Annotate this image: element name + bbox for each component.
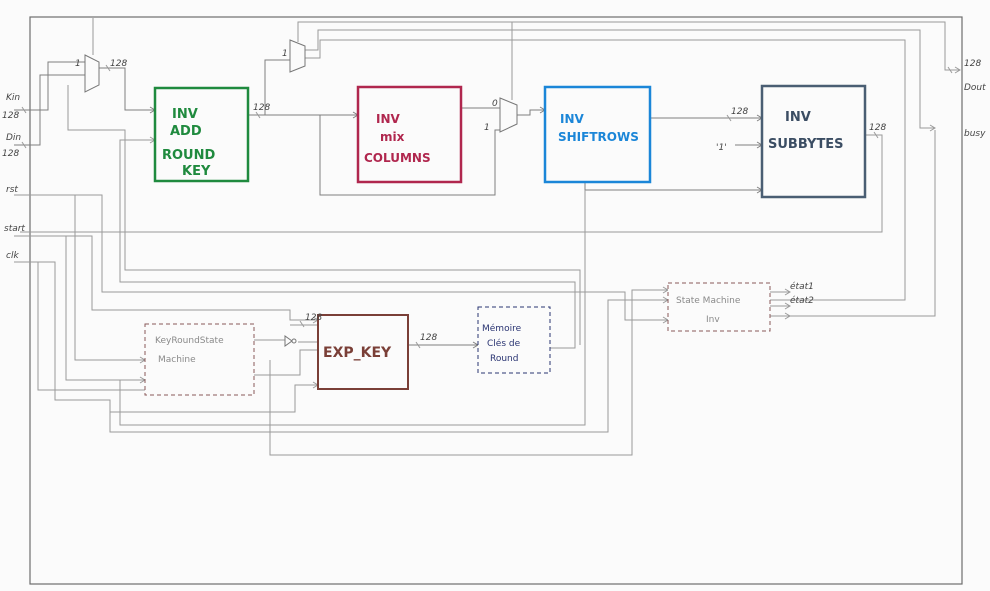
- sm-line2: Inv: [706, 315, 720, 325]
- mix-line2: mix: [380, 130, 405, 144]
- shift-line1: INV: [560, 112, 585, 126]
- w128-shift: 128: [731, 107, 748, 117]
- ark-line3: ROUND: [162, 148, 215, 163]
- kin-label: Kin: [6, 93, 20, 103]
- ark-line1: INV: [172, 107, 198, 122]
- etat1-label: état1: [790, 281, 814, 292]
- krsm-line2: Machine: [158, 355, 196, 365]
- mix-line3: COLUMNS: [364, 151, 431, 165]
- start-label: start: [4, 224, 25, 234]
- din-width: 128: [2, 149, 19, 159]
- w128-sub: 128: [869, 123, 886, 133]
- mem-line3: Round: [490, 354, 518, 364]
- mem-line1: Mémoire: [482, 323, 522, 334]
- one-const: '1': [716, 143, 727, 153]
- w128-mux1: 128: [110, 59, 127, 69]
- mux-shiftrows: [499, 97, 518, 133]
- w128-ark: 128: [253, 103, 270, 113]
- ark-line2: ADD: [170, 124, 202, 139]
- mux-input: [84, 54, 100, 93]
- busy-label: busy: [964, 129, 986, 139]
- sub-line2: SUBBYTES: [768, 137, 844, 152]
- kin-width: 128: [2, 111, 19, 121]
- mux1-sel: 1: [75, 59, 81, 69]
- mux2-sel: 1: [282, 49, 288, 59]
- rst-label: rst: [6, 185, 18, 195]
- din-label: Din: [6, 133, 21, 143]
- dout-label: Dout: [964, 83, 986, 93]
- ark-line4: KEY: [182, 164, 211, 179]
- inv-mix-columns-block: [356, 85, 463, 184]
- mux3-sel0: 0: [492, 99, 498, 109]
- block-diagram: INV ADD ROUND KEY INV mix COLUMNS INV SH…: [2, 16, 986, 585]
- not-gate: [284, 335, 293, 347]
- mem-line2: Clés de: [487, 338, 521, 349]
- dout-width: 128: [964, 59, 981, 69]
- mux3-sel1: 1: [484, 123, 490, 133]
- krsm-line1: KeyRoundState: [155, 336, 224, 346]
- sub-line1: INV: [785, 110, 811, 125]
- clk-label: clk: [6, 251, 19, 261]
- w128-exp: 128: [305, 313, 322, 323]
- mux-feedback: [289, 39, 306, 73]
- sm-line1: State Machine: [676, 296, 741, 306]
- exp-key-label: EXP_KEY: [323, 345, 392, 361]
- w128-mem: 128: [420, 333, 437, 343]
- shift-line2: SHIFTROWS: [558, 130, 639, 144]
- etat2-label: état2: [790, 295, 814, 306]
- mix-line1: INV: [376, 112, 401, 126]
